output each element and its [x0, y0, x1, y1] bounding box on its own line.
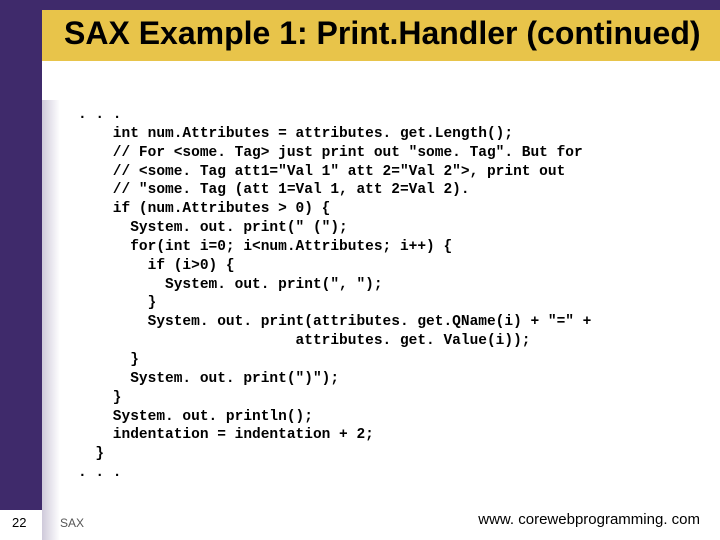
- code-block: . . . int num.Attributes = attributes. g…: [78, 106, 700, 483]
- top-bar: [0, 0, 720, 10]
- side-bar: [0, 10, 42, 540]
- slide: SAX Example 1: Print.Handler (continued)…: [0, 0, 720, 540]
- side-fade: [42, 100, 60, 540]
- slide-title: SAX Example 1: Print.Handler (continued): [64, 16, 720, 51]
- title-area: SAX Example 1: Print.Handler (continued): [0, 10, 720, 61]
- footer-left: SAX: [60, 516, 84, 530]
- footer-url: www. corewebprogramming. com: [478, 511, 700, 528]
- slide-number: 22: [12, 515, 26, 530]
